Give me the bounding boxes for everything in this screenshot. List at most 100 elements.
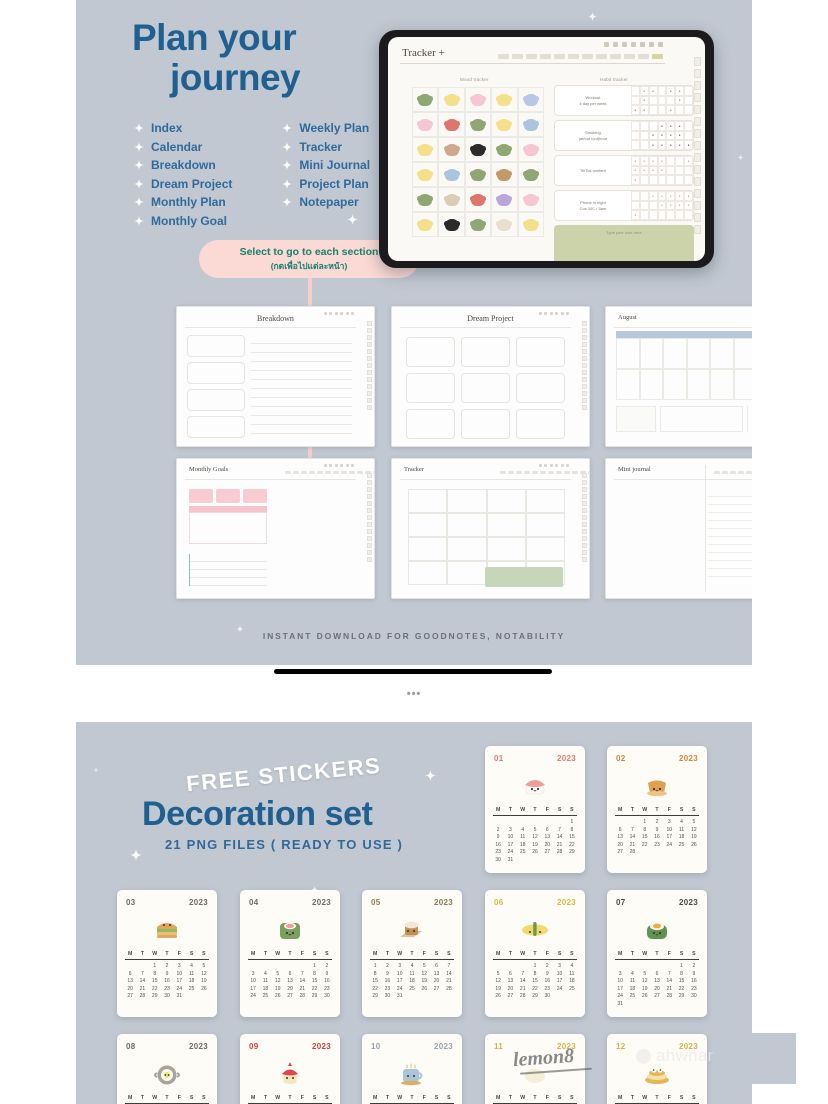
calendar-day[interactable]: 7	[136, 971, 148, 977]
calendar-day[interactable]: 3	[553, 963, 565, 969]
month-tab[interactable]	[624, 54, 635, 59]
calendar-day[interactable]: 23	[321, 986, 333, 992]
calendar-day[interactable]: 11	[675, 827, 687, 833]
feature-item-tracker[interactable]: Tracker	[282, 139, 370, 156]
calendar-day[interactable]: 28	[443, 986, 455, 992]
habit-cell[interactable]	[684, 165, 693, 176]
calendar-day[interactable]: 11	[185, 971, 197, 977]
habit-cell[interactable]: ●	[684, 140, 693, 150]
calendar-day-grid[interactable]: 1 2 3 4 5 6 7 8 9 10 11 12 13 14 15 16 17 18 19 20 21 22 23 24 2…	[614, 819, 700, 855]
calendar-day[interactable]: 1	[529, 963, 541, 969]
mood-cell[interactable]	[517, 137, 544, 162]
habit-cell[interactable]	[639, 130, 649, 141]
calendar-day[interactable]: 1	[369, 963, 381, 969]
mood-cell[interactable]	[491, 212, 518, 237]
habit-cell[interactable]: ●	[657, 156, 667, 166]
calendar-day[interactable]: 18	[259, 986, 271, 992]
habit-cell[interactable]	[639, 121, 649, 131]
habit-cell[interactable]	[666, 210, 676, 220]
calendar-day[interactable]: 3	[247, 971, 259, 977]
calendar-day[interactable]: 6	[541, 827, 553, 833]
calendar-day[interactable]: 14	[443, 971, 455, 977]
calendar-day[interactable]: 1	[639, 819, 651, 825]
month-tab[interactable]	[540, 54, 551, 59]
calendar-day[interactable]: 18	[675, 834, 687, 840]
calendar-day[interactable]: 27	[651, 993, 663, 999]
sticker-calendar-card[interactable]: 02 2023 M T W T F S S 1 2 3 4 5 6 7 8 9 10 11 12 13 14 15 16 17 18…	[607, 746, 707, 873]
calendar-day[interactable]: 26	[272, 993, 284, 999]
calendar-day[interactable]: 29	[675, 993, 687, 999]
mood-cell[interactable]	[412, 212, 439, 237]
thumbnail-tracker[interactable]: Tracker	[391, 458, 590, 599]
calendar-day[interactable]: 24	[614, 993, 626, 999]
mood-cell[interactable]	[491, 137, 518, 162]
calendar-day[interactable]: 28	[626, 849, 638, 855]
habit-cell[interactable]	[648, 175, 658, 185]
calendar-day[interactable]: 1	[675, 963, 687, 969]
habit-cell[interactable]	[648, 200, 658, 211]
calendar-day[interactable]: 12	[492, 978, 504, 984]
calendar-day[interactable]: 21	[136, 986, 148, 992]
calendar-day[interactable]: 13	[124, 978, 136, 984]
mood-cell[interactable]	[517, 112, 544, 137]
calendar-day[interactable]: 20	[124, 986, 136, 992]
sticker-calendar-card[interactable]: 06 2023 M T W T F S S 1 2 3 4 5 6 7 8 9 10 11 12 13 14 15 16 17 18…	[485, 890, 585, 1017]
habit-cell[interactable]: ●	[657, 121, 667, 131]
calendar-day[interactable]: 1	[308, 963, 320, 969]
calendar-day[interactable]: 12	[418, 971, 430, 977]
calendar-day[interactable]: 3	[173, 963, 185, 969]
habit-cell[interactable]: ●	[675, 86, 685, 96]
calendar-day[interactable]: 21	[517, 986, 529, 992]
sticker-calendar-card[interactable]: 04 2023 M T W T F S S 1 2 3 4 5 6 7 8 9 10 11 12 13 14 15 16 17 18…	[240, 890, 340, 1017]
mood-cell[interactable]	[464, 112, 492, 137]
habit-row[interactable]: Workout 4 day per week ● ● ● ● ● ● ● ● ●	[554, 85, 694, 116]
mood-cell[interactable]	[412, 187, 439, 212]
calendar-day[interactable]: 23	[161, 986, 173, 992]
calendar-day[interactable]: 4	[626, 971, 638, 977]
habit-cell[interactable]	[657, 105, 667, 115]
calendar-day[interactable]: 7	[443, 963, 455, 969]
habit-cell[interactable]	[648, 105, 658, 115]
calendar-day[interactable]: 27	[430, 986, 442, 992]
habit-cell[interactable]: ●	[639, 86, 649, 96]
calendar-day[interactable]: 16	[688, 978, 700, 984]
calendar-day[interactable]: 24	[553, 986, 565, 992]
calendar-day[interactable]: 7	[553, 827, 565, 833]
habit-cell[interactable]	[648, 210, 658, 220]
calendar-day[interactable]: 31	[394, 993, 406, 999]
habit-cell[interactable]: ●	[630, 210, 640, 220]
habit-cell[interactable]	[684, 95, 693, 106]
calendar-day[interactable]: 22	[566, 842, 578, 848]
habit-cell[interactable]: ●	[666, 130, 676, 141]
habit-tracker-list[interactable]: Workout 4 day per week ● ● ● ● ● ● ● ● ● Smoking (at…	[554, 85, 694, 261]
habit-cell[interactable]	[639, 191, 649, 201]
sticker-calendar-card[interactable]: 07 2023 M T W T F S S 1 2 3 4 5 6 7 8 9 10 11 12 13 14 15 16 17 18…	[607, 890, 707, 1017]
calendar-day[interactable]: 6	[504, 971, 516, 977]
calendar-day[interactable]: 12	[272, 978, 284, 984]
calendar-day[interactable]: 15	[369, 978, 381, 984]
calendar-day[interactable]: 30	[161, 993, 173, 999]
habit-cell[interactable]	[639, 175, 649, 185]
calendar-day[interactable]: 19	[529, 842, 541, 848]
calendar-day[interactable]: 26	[198, 986, 210, 992]
calendar-day[interactable]: 24	[173, 986, 185, 992]
calendar-day[interactable]: 6	[614, 827, 626, 833]
mood-cell[interactable]	[464, 212, 492, 237]
calendar-day-grid[interactable]: 1 2 3 4 5 6 7 8 9 10 11 12 13 14 15 16 17 18 19 20 21 22 23 24 2…	[614, 963, 700, 1007]
mood-cell[interactable]	[438, 212, 465, 237]
month-tab[interactable]	[638, 54, 649, 59]
habit-cell[interactable]	[675, 175, 685, 185]
habit-cell[interactable]: ●	[648, 165, 658, 176]
calendar-day[interactable]: 17	[504, 842, 516, 848]
mood-cell[interactable]	[517, 162, 544, 187]
calendar-day[interactable]: 8	[308, 971, 320, 977]
calendar-day[interactable]: 16	[161, 978, 173, 984]
habit-cell[interactable]	[639, 140, 649, 150]
habit-cell[interactable]	[666, 95, 676, 106]
calendar-day[interactable]: 15	[529, 978, 541, 984]
habit-cell[interactable]	[630, 121, 640, 131]
month-tab[interactable]	[652, 54, 663, 59]
calendar-day[interactable]: 4	[259, 971, 271, 977]
habit-cell[interactable]	[684, 210, 693, 220]
calendar-day[interactable]: 7	[626, 827, 638, 833]
